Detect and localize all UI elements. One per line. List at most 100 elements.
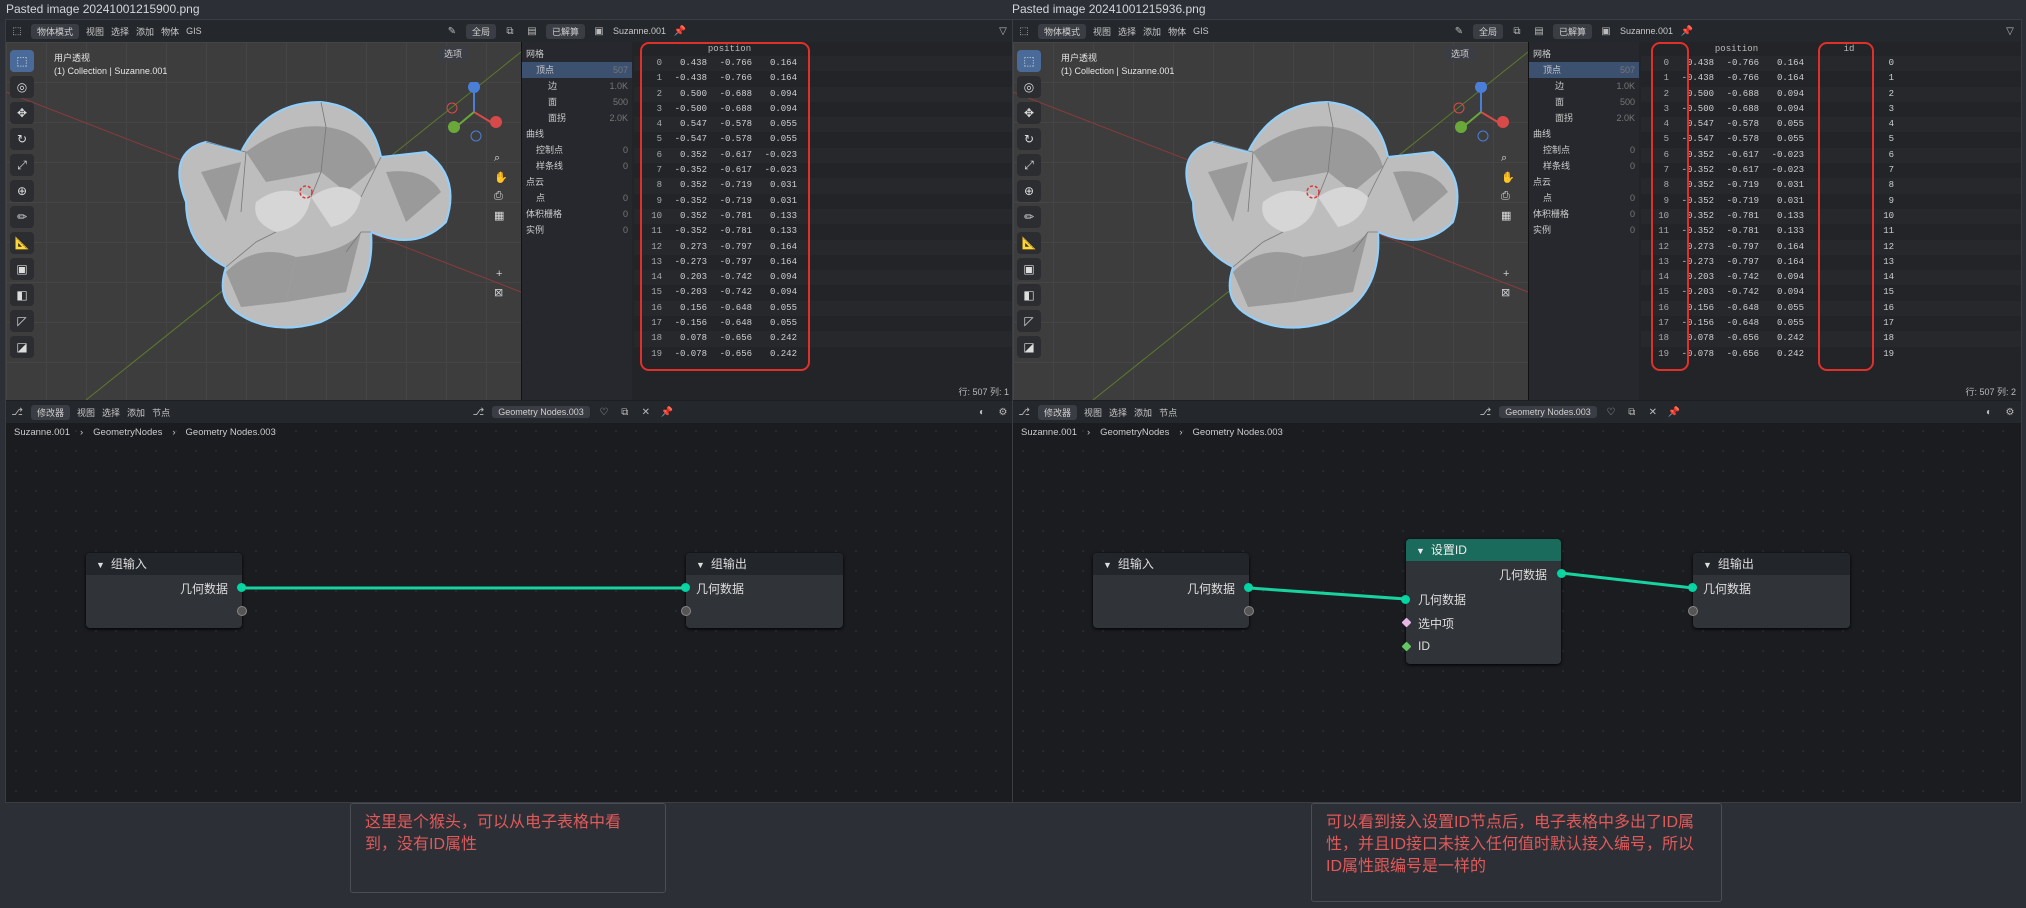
transform-tool-icon[interactable]: ⊕ [10, 180, 34, 202]
3d-viewport[interactable]: 用户透视 (1) Collection | Suzanne.001 选项 ⬚ ◎… [1013, 42, 1528, 400]
viewport-menu-select[interactable]: 选择 [1118, 25, 1136, 38]
tree-item[interactable]: 曲线 [522, 126, 632, 142]
tree-item[interactable]: 顶点 507 [522, 62, 632, 78]
filter-icon[interactable]: ▽ [2003, 24, 2017, 38]
spreadsheet-editor-icon[interactable]: ▤ [1532, 24, 1546, 38]
viewport-menu-object[interactable]: 物体 [161, 25, 179, 38]
tree-item[interactable]: 样条线 0 [1529, 158, 1639, 174]
eyedropper-icon[interactable]: ✎ [445, 24, 459, 38]
viewport-menu-object[interactable]: 物体 [1168, 25, 1186, 38]
tree-item[interactable]: 体积栅格 0 [1529, 206, 1639, 222]
suzanne-mesh[interactable] [1153, 82, 1483, 362]
bevel-tool-icon[interactable]: ◸ [1017, 310, 1041, 332]
tree-item[interactable]: 点0 [1529, 190, 1639, 206]
tree-item[interactable]: 控制点 0 [1529, 142, 1639, 158]
navigation-gizmo[interactable] [1451, 82, 1511, 142]
viewport-menu-add[interactable]: 添加 [136, 25, 154, 38]
add-cube-tool-icon[interactable]: ▣ [1017, 258, 1041, 280]
move-tool-icon[interactable]: ✥ [10, 102, 34, 124]
camera-view-icon[interactable]: ⊠ [494, 286, 503, 299]
extrude-tool-icon[interactable]: ◧ [10, 284, 34, 306]
pin-icon[interactable]: 📌 [1680, 24, 1694, 38]
filter-icon[interactable]: ▽ [996, 24, 1010, 38]
add-icon[interactable]: + [496, 268, 502, 280]
transform-orientation-dropdown[interactable]: 全局 [1472, 23, 1503, 39]
transform-tool-icon[interactable]: ⊕ [1017, 180, 1041, 202]
options-dropdown[interactable]: 选项 [438, 46, 469, 61]
rotate-tool-icon[interactable]: ↻ [10, 128, 34, 150]
node-editor[interactable]: ⎇ 修改器 视图 选择 添加 节点 ⎇ Geometry Nodes.003 ♡… [1013, 401, 2021, 802]
rotate-tool-icon[interactable]: ↻ [1017, 128, 1041, 150]
tree-item[interactable]: 面 500 [1529, 94, 1639, 110]
tree-item[interactable]: 顶点 507 [1529, 62, 1639, 78]
shear-tool-icon[interactable]: ◪ [1017, 336, 1041, 358]
viewport-menu-select[interactable]: 选择 [111, 25, 129, 38]
tree-item[interactable]: 边 1.0K [522, 78, 632, 94]
shear-tool-icon[interactable]: ◪ [10, 336, 34, 358]
navigation-gizmo[interactable] [444, 82, 504, 142]
eyedropper-icon[interactable]: ✎ [1452, 24, 1466, 38]
tree-item[interactable]: 点云 [1529, 174, 1639, 190]
cursor-tool-icon[interactable]: ◎ [1017, 76, 1041, 98]
tree-item[interactable]: 点云 [522, 174, 632, 190]
tree-item[interactable]: 面 500 [522, 94, 632, 110]
viewport-menu-gis[interactable]: GIS [1193, 26, 1209, 36]
extrude-tool-icon[interactable]: ◧ [1017, 284, 1041, 306]
pan-hand-icon[interactable]: ✋ [1501, 171, 1515, 184]
evaluated-dropdown[interactable]: 已解算 [546, 23, 586, 39]
add-icon[interactable]: + [1503, 268, 1509, 280]
editor-type-icon[interactable]: ⬚ [10, 24, 24, 38]
tree-item[interactable]: 面拐 2.0K [522, 110, 632, 126]
column-header-position[interactable]: position [1669, 42, 1804, 56]
options-dropdown[interactable]: 选项 [1445, 46, 1476, 61]
camera-icon[interactable]: ⎙ [494, 190, 508, 203]
tree-item[interactable]: 曲线 [1529, 126, 1639, 142]
transform-orientation-dropdown[interactable]: 全局 [465, 23, 496, 39]
node-editor[interactable]: ⎇ 修改器 视图 选择 添加 节点 ⎇ Geometry Nodes.003 ♡… [6, 401, 1014, 802]
camera-icon[interactable]: ⎙ [1501, 190, 1515, 203]
zoom-icon[interactable]: ⌕ [1501, 152, 1515, 165]
bevel-tool-icon[interactable]: ◸ [10, 310, 34, 332]
select-tool-icon[interactable]: ⬚ [1017, 50, 1041, 72]
tree-item[interactable]: 边 1.0K [1529, 78, 1639, 94]
camera-view-icon[interactable]: ⊠ [1501, 286, 1510, 299]
snap-icon[interactable]: ⧉ [503, 24, 517, 38]
cursor-tool-icon[interactable]: ◎ [10, 76, 34, 98]
editor-type-icon[interactable]: ⬚ [1017, 24, 1031, 38]
viewport-menu-view[interactable]: 视图 [1093, 25, 1111, 38]
scale-tool-icon[interactable]: ⤢ [10, 154, 34, 176]
scale-tool-icon[interactable]: ⤢ [1017, 154, 1041, 176]
grid-icon[interactable]: ▦ [1501, 209, 1515, 222]
tree-item[interactable]: 实例 0 [522, 222, 632, 238]
annotate-tool-icon[interactable]: ✏ [10, 206, 34, 228]
node-link[interactable] [1248, 586, 1407, 601]
zoom-icon[interactable]: ⌕ [494, 152, 508, 165]
measure-tool-icon[interactable]: 📐 [1017, 232, 1041, 254]
tree-item[interactable]: 面拐 2.0K [1529, 110, 1639, 126]
tree-item[interactable]: 实例 0 [1529, 222, 1639, 238]
snap-icon[interactable]: ⧉ [1510, 24, 1524, 38]
evaluated-dropdown[interactable]: 已解算 [1553, 23, 1593, 39]
pan-hand-icon[interactable]: ✋ [494, 171, 508, 184]
grid-icon[interactable]: ▦ [494, 209, 508, 222]
suzanne-mesh[interactable] [146, 82, 476, 362]
tree-item[interactable]: 样条线 0 [522, 158, 632, 174]
node-link[interactable] [1560, 571, 1694, 590]
viewport-menu-add[interactable]: 添加 [1143, 25, 1161, 38]
select-tool-icon[interactable]: ⬚ [10, 50, 34, 72]
tree-item[interactable]: 网格 [1529, 46, 1639, 62]
pin-icon[interactable]: 📌 [673, 24, 687, 38]
viewport-menu-view[interactable]: 视图 [86, 25, 104, 38]
tree-item[interactable]: 点0 [522, 190, 632, 206]
spreadsheet-editor-icon[interactable]: ▤ [525, 24, 539, 38]
add-cube-tool-icon[interactable]: ▣ [10, 258, 34, 280]
measure-tool-icon[interactable]: 📐 [10, 232, 34, 254]
tree-item[interactable]: 控制点 0 [522, 142, 632, 158]
tree-item[interactable]: 网格 [522, 46, 632, 62]
tree-item[interactable]: 体积栅格 0 [522, 206, 632, 222]
move-tool-icon[interactable]: ✥ [1017, 102, 1041, 124]
annotate-tool-icon[interactable]: ✏ [1017, 206, 1041, 228]
3d-viewport[interactable]: 用户透视 (1) Collection | Suzanne.001 选项 ⬚ ◎… [6, 42, 521, 400]
viewport-menu-gis[interactable]: GIS [186, 26, 202, 36]
mode-dropdown[interactable]: 物体模式 [31, 23, 80, 39]
